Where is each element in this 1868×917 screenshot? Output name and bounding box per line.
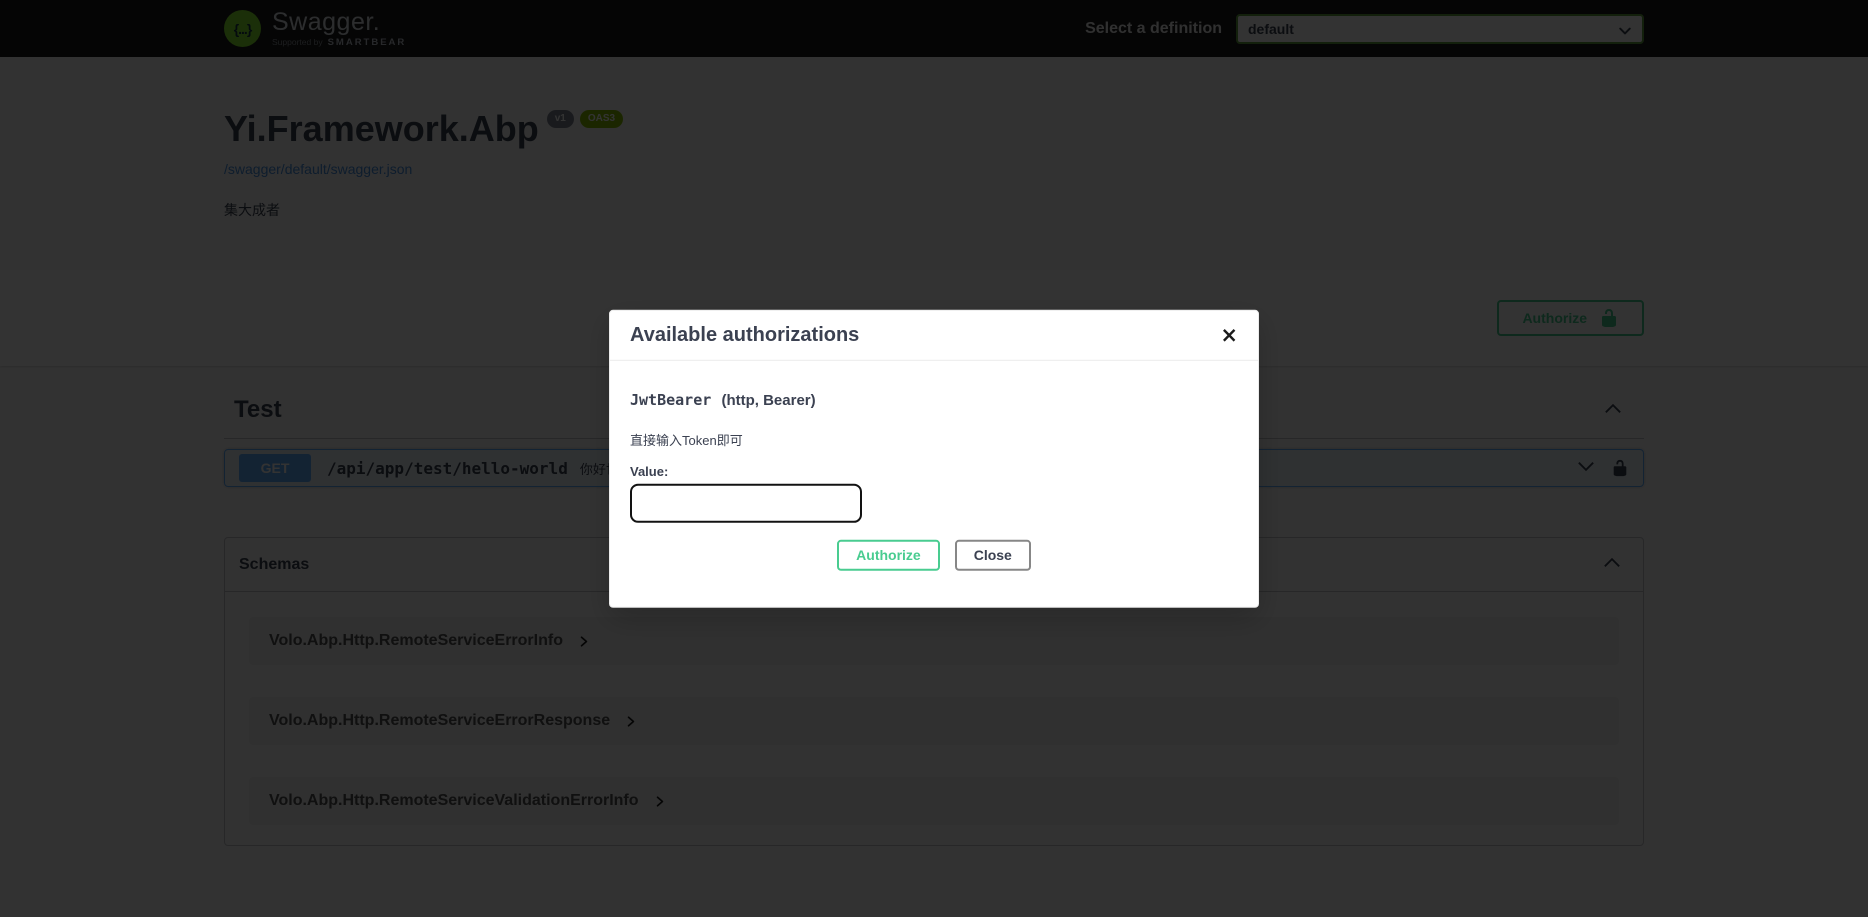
close-icon[interactable]: ×: [1220, 324, 1238, 345]
modal-title: Available authorizations: [630, 323, 859, 346]
token-value-input[interactable]: [630, 483, 862, 522]
authorizations-modal: Available authorizations × JwtBearer (ht…: [609, 309, 1259, 607]
modal-authorize-button[interactable]: Authorize: [837, 539, 940, 570]
auth-scheme-title: JwtBearer (http, Bearer): [630, 390, 1238, 408]
auth-scheme-description: 直接输入Token即可: [630, 429, 1238, 448]
auth-scheme-type: (http, Bearer): [721, 391, 815, 408]
modal-close-button[interactable]: Close: [955, 539, 1031, 570]
auth-scheme-name: JwtBearer: [630, 390, 711, 408]
value-label: Value:: [630, 463, 1238, 478]
